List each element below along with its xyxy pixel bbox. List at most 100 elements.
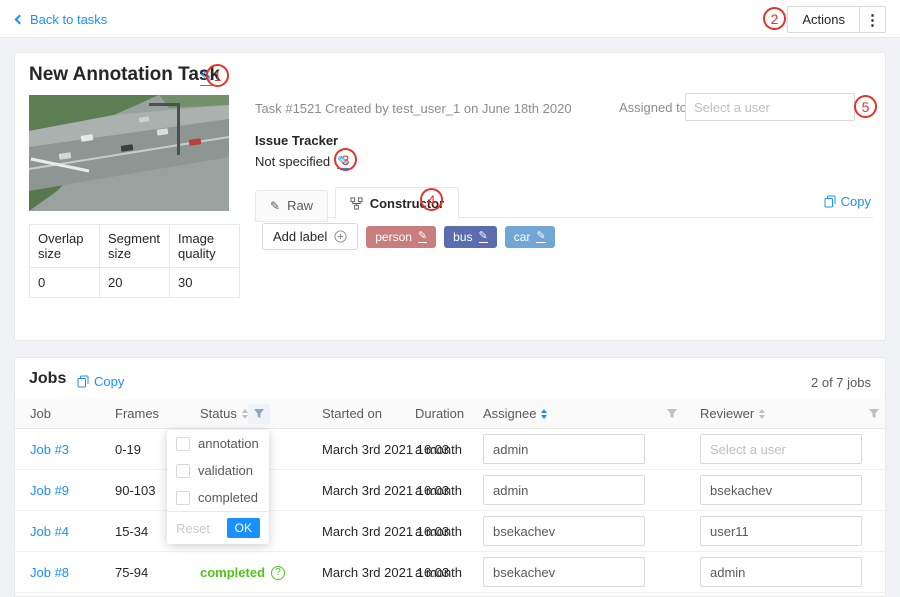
- label-chip-person[interactable]: person ✎: [366, 226, 436, 248]
- more-options-button[interactable]: ⋮: [860, 6, 886, 33]
- assignee-input[interactable]: [483, 516, 645, 546]
- edit-label-icon[interactable]: ✎: [536, 231, 545, 243]
- param-header-overlap: Overlap size: [30, 225, 100, 268]
- jobs-copy-label: Copy: [94, 374, 124, 389]
- edit-label-icon[interactable]: ✎: [479, 231, 488, 243]
- column-header-job-label: Job: [30, 399, 51, 429]
- filter-option-validation[interactable]: validation: [167, 457, 269, 484]
- duration-cell: a month: [415, 552, 462, 593]
- label-chip-car-name: car: [514, 230, 531, 244]
- jobs-table-header: Job Frames Status Started on Duration As…: [15, 399, 885, 429]
- annotation-circle-1: 1: [206, 64, 229, 87]
- checkbox-icon[interactable]: [176, 491, 190, 505]
- column-header-reviewer-label: Reviewer: [700, 399, 754, 429]
- reviewer-input[interactable]: [700, 475, 862, 505]
- issue-tracker-label: Issue Tracker: [255, 133, 338, 148]
- filter-option-annotation-label: annotation: [198, 436, 259, 451]
- job-link[interactable]: Job #9: [30, 470, 69, 511]
- sort-carets-icon[interactable]: [541, 409, 547, 419]
- vertical-dots-icon: ⋮: [865, 11, 880, 29]
- funnel-icon: [253, 408, 265, 420]
- assignee-input[interactable]: [483, 434, 645, 464]
- reviewer-input[interactable]: [700, 434, 862, 464]
- label-chip-car[interactable]: car ✎: [505, 226, 555, 248]
- question-circle-icon[interactable]: ?: [271, 566, 285, 580]
- back-link-label: Back to tasks: [30, 12, 107, 27]
- issue-tracker-value: Not specified: [255, 154, 330, 169]
- duration-cell: a month: [415, 470, 462, 511]
- reviewer-input[interactable]: [700, 557, 862, 587]
- jobs-count-label: 2 of 7 jobs: [811, 375, 871, 390]
- param-header-segment: Segment size: [100, 225, 170, 268]
- checkbox-icon[interactable]: [176, 437, 190, 451]
- annotation-circle-4: 4: [420, 188, 443, 211]
- assignee-filter-icon[interactable]: [661, 404, 683, 424]
- table-row: Job #3 0-19 March 3rd 2021 16:03 a month: [15, 429, 885, 470]
- pencil-icon: ✎: [270, 199, 280, 213]
- chevron-left-icon: [15, 14, 25, 24]
- status-filter-icon[interactable]: [248, 404, 270, 424]
- tab-raw-label: Raw: [287, 198, 313, 213]
- column-header-frames: Frames: [115, 399, 159, 429]
- table-row: Job #9 90-103 March 3rd 2021 16:03 a mon…: [15, 470, 885, 511]
- back-to-tasks-link[interactable]: Back to tasks: [16, 0, 107, 38]
- job-link[interactable]: Job #4: [30, 511, 69, 552]
- funnel-icon: [666, 408, 678, 420]
- param-value-segment: 20: [100, 268, 170, 298]
- traffic-scene-image: [29, 95, 229, 211]
- column-header-reviewer[interactable]: Reviewer: [700, 399, 765, 429]
- filter-option-completed-label: completed: [198, 490, 258, 505]
- add-label-button[interactable]: Add label: [262, 223, 358, 250]
- reviewer-input[interactable]: [700, 516, 862, 546]
- job-link[interactable]: Job #3: [30, 429, 69, 470]
- duration-cell: a month: [415, 429, 462, 470]
- sort-carets-icon[interactable]: [242, 409, 248, 419]
- actions-button-label: Actions: [802, 12, 845, 27]
- funnel-icon: [868, 408, 880, 420]
- frames-cell: 75-94: [115, 552, 148, 593]
- column-header-duration-label: Duration: [415, 399, 464, 429]
- assignee-input[interactable]: [483, 475, 645, 505]
- labels-tabbar: ✎ Raw Constructor Copy: [255, 187, 873, 218]
- copy-icon: [824, 195, 836, 208]
- column-header-status[interactable]: Status: [200, 399, 248, 429]
- column-header-duration: Duration: [415, 399, 464, 429]
- task-meta-text: Task #1521 Created by test_user_1 on Jun…: [255, 101, 572, 116]
- column-header-status-label: Status: [200, 399, 237, 429]
- reviewer-filter-icon[interactable]: [863, 404, 885, 424]
- filter-ok-button[interactable]: OK: [227, 518, 260, 538]
- job-link[interactable]: Job #8: [30, 552, 69, 593]
- sort-carets-icon[interactable]: [759, 409, 765, 419]
- edit-label-icon[interactable]: ✎: [418, 231, 427, 243]
- assigned-to-label: Assigned to: [619, 100, 687, 115]
- annotation-circle-2: 2: [763, 7, 786, 30]
- jobs-copy-link[interactable]: Copy: [77, 374, 124, 389]
- checkbox-icon[interactable]: [176, 464, 190, 478]
- annotation-circle-5: 5: [854, 95, 877, 118]
- tab-raw[interactable]: ✎ Raw: [255, 190, 328, 222]
- labels-constructor: Add label person ✎ bus ✎ car ✎: [262, 223, 555, 250]
- filter-reset-button[interactable]: Reset: [176, 521, 210, 536]
- column-header-assignee-label: Assignee: [483, 399, 536, 429]
- task-assignee-input[interactable]: [685, 93, 855, 121]
- duration-cell: a month: [415, 511, 462, 552]
- table-row: Job #8 75-94 completed ? March 3rd 2021 …: [15, 552, 885, 593]
- param-header-quality: Image quality: [170, 225, 240, 268]
- constructor-icon: [350, 197, 363, 210]
- column-header-started-label: Started on: [322, 399, 382, 429]
- filter-option-completed[interactable]: completed: [167, 484, 269, 511]
- label-chip-bus-name: bus: [453, 230, 472, 244]
- column-header-assignee[interactable]: Assignee: [483, 399, 547, 429]
- label-chip-person-name: person: [375, 230, 412, 244]
- labels-copy-link[interactable]: Copy: [824, 194, 871, 209]
- filter-option-annotation[interactable]: annotation: [167, 430, 269, 457]
- actions-button[interactable]: Actions: [787, 6, 860, 33]
- label-chip-bus[interactable]: bus ✎: [444, 226, 497, 248]
- jobs-title: Jobs: [29, 370, 66, 388]
- filter-dropdown-footer: Reset OK: [167, 511, 269, 544]
- status-cell: completed ?: [200, 552, 285, 593]
- copy-icon: [77, 375, 89, 388]
- jobs-card: Jobs Copy 2 of 7 jobs Job Frames Status …: [14, 357, 886, 597]
- param-value-quality: 30: [170, 268, 240, 298]
- assignee-input[interactable]: [483, 557, 645, 587]
